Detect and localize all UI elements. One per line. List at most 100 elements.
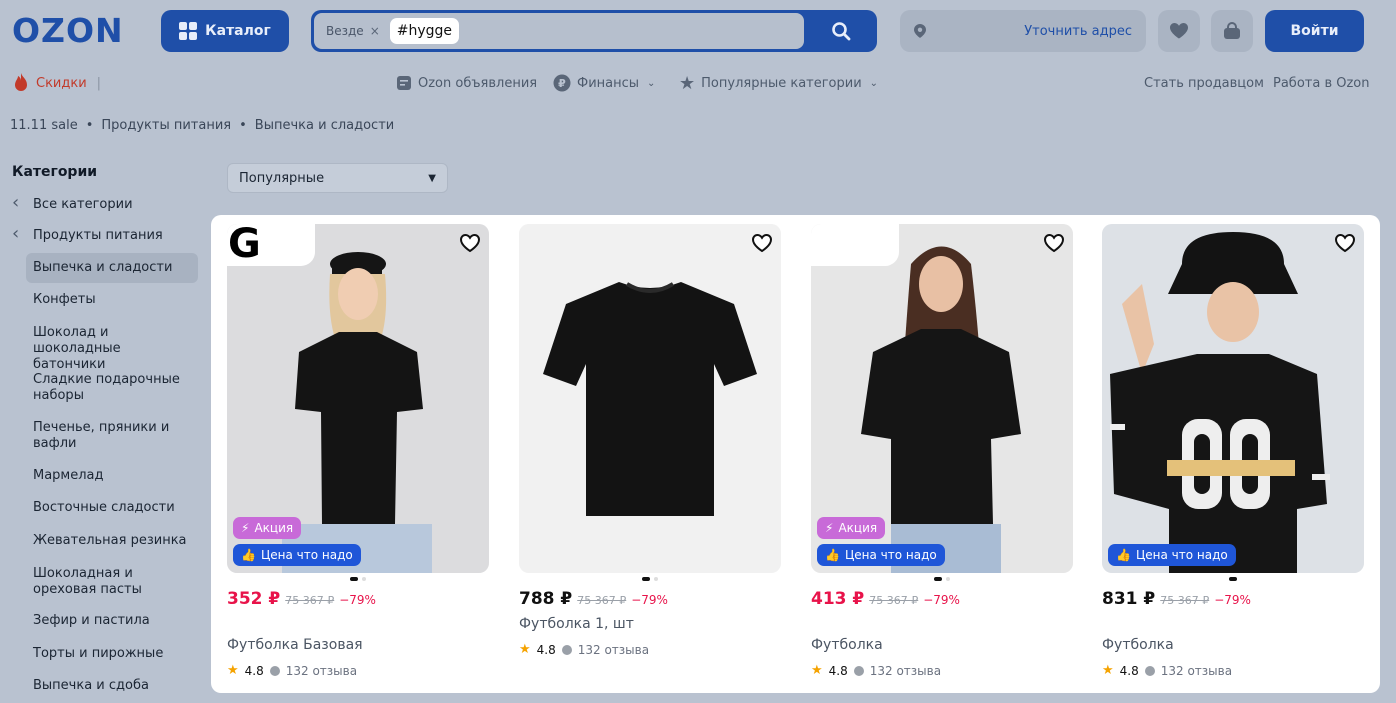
ozon-logo[interactable]: OZON — [12, 12, 124, 50]
popular-categories-menu[interactable]: ★ Популярные категории ⌄ — [679, 72, 878, 94]
price-badge: 👍 Цена что надо — [1108, 544, 1236, 566]
sidebar-item-chocolate[interactable]: Шоколад и шоколадные батончики — [33, 325, 193, 373]
sidebar-item-marshmallow[interactable]: Зефир и пастила — [33, 613, 193, 629]
rating-value: 4.8 — [828, 663, 848, 678]
breadcrumb-item[interactable]: Выпечка и сладости — [255, 118, 394, 133]
star-icon: ★ — [227, 663, 239, 678]
search-scope-label: Везде — [326, 24, 364, 38]
sidebar-item-pastry[interactable]: Выпечка и сдоба — [33, 678, 193, 694]
product-image[interactable]: 👍 Цена что надо — [1102, 224, 1364, 573]
clear-scope-icon[interactable]: × — [370, 24, 380, 38]
sidebar-item-cookies[interactable]: Печенье, пряники и вафли — [33, 420, 193, 452]
product-card[interactable]: ⚡ Акция 👍 Цена что надо 413 ₽ 75 367 ₽ −… — [811, 224, 1073, 678]
heart-outline-icon[interactable] — [1043, 233, 1065, 253]
carousel-dots[interactable] — [227, 577, 489, 581]
sidebar-item-marmalade[interactable]: Мармелад — [33, 468, 193, 484]
current-price: 413 ₽ — [811, 589, 865, 609]
rating-value: 4.8 — [1119, 663, 1139, 678]
product-card[interactable]: G ⚡ Акция 👍 Цена что надо 352 ₽ 75 367 ₽… — [227, 224, 489, 678]
current-price: 352 ₽ — [227, 589, 281, 609]
sidebar-item-cakes[interactable]: Торты и пирожные — [33, 646, 193, 662]
price-badge-label: Цена что надо — [1135, 548, 1228, 562]
lightning-icon: ⚡ — [825, 521, 834, 535]
old-price: 75 367 ₽ — [869, 594, 919, 607]
chevron-down-icon: ⌄ — [869, 77, 879, 89]
promo-badge: ⚡ Акция — [817, 517, 886, 539]
sidebar-item-candy[interactable]: Конфеты — [33, 292, 193, 308]
sort-selected-label: Популярные — [239, 170, 325, 186]
star-icon: ★ — [811, 663, 823, 678]
sale-label: Скидки — [36, 75, 87, 91]
caret-down-icon: ▼ — [428, 172, 436, 184]
search-button[interactable] — [805, 10, 877, 52]
product-name[interactable]: Футболка Базовая — [227, 637, 363, 653]
catalog-button[interactable]: Каталог — [161, 10, 289, 52]
ads-icon — [397, 76, 411, 90]
svg-text:₽: ₽ — [558, 77, 566, 90]
product-image[interactable] — [519, 224, 781, 573]
price-row: 788 ₽ 75 367 ₽ −79% — [519, 589, 668, 609]
rating-row[interactable]: ★ 4.8 132 отзыва — [811, 663, 941, 678]
discount: −79% — [631, 593, 668, 607]
ads-link[interactable]: Ozon объявления — [396, 72, 537, 94]
careers-link[interactable]: Работа в Ozon — [1273, 72, 1370, 94]
login-button[interactable]: Войти — [1265, 10, 1364, 52]
star-icon: ★ — [679, 72, 696, 94]
sidebar-item-gift-sets[interactable]: Сладкие подарочные наборы — [33, 372, 193, 404]
heart-outline-icon[interactable] — [1334, 233, 1356, 253]
carousel-dots[interactable] — [1102, 577, 1364, 581]
star-icon: ★ — [1102, 663, 1114, 678]
ruble-coin-icon: ₽ — [553, 74, 571, 92]
rating-row[interactable]: ★ 4.8 132 отзыва — [227, 663, 357, 678]
sale-link[interactable]: Скидки | — [12, 72, 101, 94]
sidebar-back-all-categories[interactable]: Все категории — [12, 195, 172, 213]
address-selector[interactable]: Уточнить адрес — [900, 10, 1146, 52]
bag-icon — [1224, 22, 1240, 39]
heart-icon — [1170, 23, 1188, 39]
heart-outline-icon[interactable] — [459, 233, 481, 253]
favorites-button[interactable] — [1158, 10, 1200, 52]
carousel-dots[interactable] — [811, 577, 1073, 581]
finance-menu[interactable]: ₽ Финансы ⌄ — [553, 72, 655, 94]
popular-label: Популярные категории — [701, 75, 862, 91]
product-image[interactable]: ⚡ Акция 👍 Цена что надо — [811, 224, 1073, 573]
fire-icon — [15, 73, 27, 91]
breadcrumb-item[interactable]: 11.11 sale — [10, 118, 78, 133]
chevron-down-icon: ⌄ — [647, 77, 656, 89]
search-input[interactable]: Везде × #hygge — [314, 13, 804, 49]
search-scope[interactable]: Везде × — [326, 24, 380, 38]
heart-outline-icon[interactable] — [751, 233, 773, 253]
product-name[interactable]: Футболка 1, шт — [519, 616, 634, 632]
sidebar-item-spreads[interactable]: Шоколадная и ореховая пасты — [33, 566, 193, 598]
brand-badge-bg — [811, 224, 899, 266]
sidebar-item-oriental-sweets[interactable]: Восточные сладости — [33, 500, 193, 516]
product-card[interactable]: 👍 Цена что надо 831 ₽ 75 367 ₽ −79% Футб… — [1102, 224, 1364, 678]
search-tag[interactable]: #hygge — [389, 18, 460, 44]
promo-label: Акция — [254, 521, 294, 535]
breadcrumb-separator: • — [239, 118, 247, 133]
current-price: 831 ₽ — [1102, 589, 1156, 609]
carousel-dots[interactable] — [519, 577, 781, 581]
sidebar-item-bakery[interactable]: Выпечка и сладости — [33, 260, 193, 276]
sort-select[interactable]: Популярные ▼ — [227, 163, 448, 193]
discount: −79% — [923, 593, 960, 607]
sidebar-item-chewing-gum[interactable]: Жевательная резинка — [33, 533, 193, 549]
cart-button[interactable] — [1211, 10, 1253, 52]
grid-icon — [179, 22, 198, 40]
price-badge: 👍 Цена что надо — [817, 544, 945, 566]
breadcrumb-item[interactable]: Продукты питания — [101, 118, 231, 133]
product-name[interactable]: Футболка — [1102, 637, 1174, 653]
reviews-icon — [561, 644, 572, 655]
reviews-icon — [1144, 665, 1155, 676]
product-image[interactable]: G ⚡ Акция 👍 Цена что надо — [227, 224, 489, 573]
rating-value: 4.8 — [244, 663, 264, 678]
promo-label: Акция — [838, 521, 878, 535]
product-photo-tshirt — [519, 224, 781, 573]
sidebar-back-food[interactable]: Продукты питания — [12, 226, 172, 244]
rating-row[interactable]: ★ 4.8 132 отзыва — [1102, 663, 1232, 678]
become-seller-link[interactable]: Стать продавцом — [1144, 72, 1264, 94]
rating-row[interactable]: ★ 4.8 132 отзыва — [519, 642, 649, 657]
product-name[interactable]: Футболка — [811, 637, 883, 653]
product-card[interactable]: 788 ₽ 75 367 ₽ −79% Футболка 1, шт ★ 4.8… — [519, 224, 781, 657]
reviews-icon — [269, 665, 280, 676]
